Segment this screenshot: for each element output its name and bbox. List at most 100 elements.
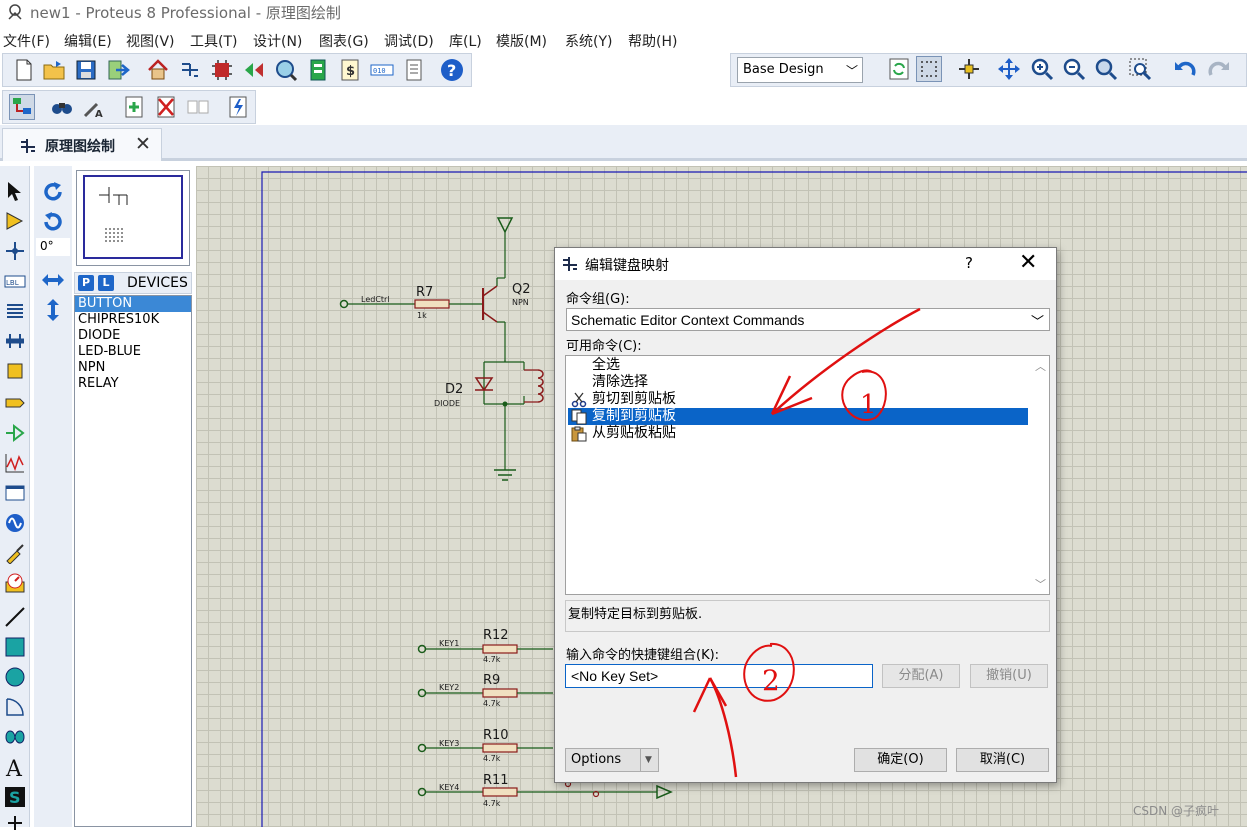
command-item[interactable]: 清除选择 [568, 374, 1028, 391]
scroll-down-icon[interactable]: ﹀ [1035, 576, 1046, 592]
property-tool-icon[interactable]: A [81, 94, 107, 120]
close-button[interactable]: ✕ [1019, 250, 1037, 275]
assign-button[interactable]: 分配(A) [882, 664, 960, 688]
command-group-select[interactable]: Schematic Editor Context Commands ﹀ [566, 308, 1050, 331]
junction-dot-icon[interactable] [2, 238, 28, 264]
command-item[interactable]: 复制到剪贴板 [568, 408, 1028, 425]
new-sheet-icon[interactable] [121, 94, 147, 120]
path-tool-icon[interactable] [2, 724, 28, 750]
component-value: 4.7k [483, 699, 501, 708]
zoom-area-icon[interactable] [1127, 56, 1153, 82]
menu-tools[interactable]: 工具(T) [190, 31, 237, 51]
3d-visualizer-icon[interactable] [241, 57, 267, 83]
design-select[interactable]: Base Design ﹀ [737, 57, 863, 83]
zoom-all-icon[interactable] [1093, 56, 1119, 82]
origin-icon[interactable] [956, 56, 982, 82]
home-icon[interactable] [145, 57, 171, 83]
menu-library[interactable]: 库(L) [449, 31, 482, 51]
line-tool-icon[interactable] [2, 604, 28, 630]
menu-system[interactable]: 系统(Y) [565, 31, 612, 51]
options-button[interactable]: Options ▼ [565, 748, 659, 772]
bom-icon[interactable] [305, 57, 331, 83]
new-file-icon[interactable] [11, 57, 37, 83]
cost-icon[interactable]: $ [337, 57, 363, 83]
save-icon[interactable] [73, 57, 99, 83]
menu-debug[interactable]: 调试(D) [384, 31, 434, 51]
menu-template[interactable]: 模版(M) [496, 31, 547, 51]
symbol-tool-icon[interactable]: S [2, 784, 28, 810]
device-item[interactable]: LED-BLUE [75, 344, 191, 360]
graph-icon[interactable] [2, 450, 28, 476]
component-mode-icon[interactable] [2, 208, 28, 234]
scroll-up-icon[interactable]: ︿ [1035, 358, 1046, 374]
pick-device-button[interactable]: P [78, 275, 94, 291]
notes-icon[interactable] [401, 57, 427, 83]
net-label: KEY1 [439, 639, 460, 648]
subcircuit-icon[interactable] [2, 358, 28, 384]
component-preview [76, 170, 190, 266]
tape-recorder-icon[interactable] [2, 480, 28, 506]
device-item[interactable]: NPN [75, 360, 191, 376]
zoom-in-icon[interactable] [1029, 56, 1055, 82]
library-manager-button[interactable]: L [98, 275, 114, 291]
wire-label-icon[interactable]: LBL [2, 268, 28, 294]
gerber-viewer-icon[interactable] [273, 57, 299, 83]
device-item[interactable]: RELAY [75, 376, 191, 392]
text-script-icon[interactable] [2, 298, 28, 324]
mirror-horizontal-icon[interactable] [39, 266, 67, 294]
schematic-icon[interactable] [177, 57, 203, 83]
device-item[interactable]: DIODE [75, 328, 191, 344]
virtual-instrument-icon[interactable] [2, 570, 28, 596]
revoke-button[interactable]: 撤销(U) [970, 664, 1048, 688]
arc-tool-icon[interactable] [2, 694, 28, 720]
marker-tool-icon[interactable] [2, 810, 28, 836]
redo-icon[interactable] [1206, 56, 1232, 82]
grid-icon[interactable] [916, 56, 942, 82]
select-mode-icon[interactable] [2, 178, 28, 204]
import-icon[interactable] [105, 57, 131, 83]
pcb-icon[interactable] [209, 57, 235, 83]
search-icon[interactable] [49, 94, 75, 120]
rotate-anticlockwise-icon[interactable] [39, 208, 67, 236]
menu-view[interactable]: 视图(V) [126, 31, 175, 51]
menu-edit[interactable]: 编辑(E) [64, 31, 112, 51]
delete-sheet-icon[interactable] [153, 94, 179, 120]
schematic-tab-icon[interactable] [9, 94, 35, 120]
device-pin-icon[interactable] [2, 420, 28, 446]
terminal-icon[interactable] [2, 390, 28, 416]
command-item[interactable]: 剪切到剪贴板 [568, 391, 1028, 408]
device-item[interactable]: CHIPRES10K [75, 312, 191, 328]
generator-icon[interactable] [2, 510, 28, 536]
help-button[interactable]: ? [965, 254, 973, 272]
ok-button[interactable]: 确定(O) [854, 748, 947, 772]
shortcut-input[interactable]: <No Key Set> [565, 664, 873, 688]
close-icon[interactable]: ✕ [135, 133, 151, 155]
box-tool-icon[interactable] [2, 634, 28, 660]
spice-icon[interactable] [225, 94, 251, 120]
rotation-angle-field[interactable]: 0° [36, 238, 70, 256]
zoom-out-icon[interactable] [1061, 56, 1087, 82]
pan-icon[interactable] [996, 56, 1022, 82]
command-item[interactable]: 从剪贴板粘贴 [568, 425, 1028, 442]
cancel-button[interactable]: 取消(C) [956, 748, 1049, 772]
tab-schematic[interactable]: 原理图绘制 ✕ [2, 128, 162, 161]
device-item[interactable]: BUTTON [75, 296, 191, 312]
text-tool-icon[interactable]: A [2, 754, 28, 780]
rotate-clockwise-icon[interactable] [39, 178, 67, 206]
mirror-vertical-icon[interactable] [39, 296, 67, 324]
open-folder-icon[interactable] [41, 57, 67, 83]
undo-icon[interactable] [1172, 56, 1198, 82]
menu-file[interactable]: 文件(F) [3, 31, 50, 51]
help-icon[interactable]: ? [439, 57, 465, 83]
refresh-icon[interactable] [886, 56, 912, 82]
binary-icon[interactable]: 010 [369, 57, 395, 83]
command-list-scrollbar[interactable]: ︿ ﹀ [1032, 356, 1049, 594]
bus-icon[interactable] [2, 328, 28, 354]
menu-graph[interactable]: 图表(G) [319, 31, 369, 51]
menu-design[interactable]: 设计(N) [253, 31, 302, 51]
menu-help[interactable]: 帮助(H) [628, 31, 677, 51]
goto-sheet-icon[interactable] [185, 94, 211, 120]
circle-tool-icon[interactable] [2, 664, 28, 690]
voltage-probe-icon[interactable] [2, 540, 28, 566]
command-item[interactable]: 全选 [568, 357, 1028, 374]
